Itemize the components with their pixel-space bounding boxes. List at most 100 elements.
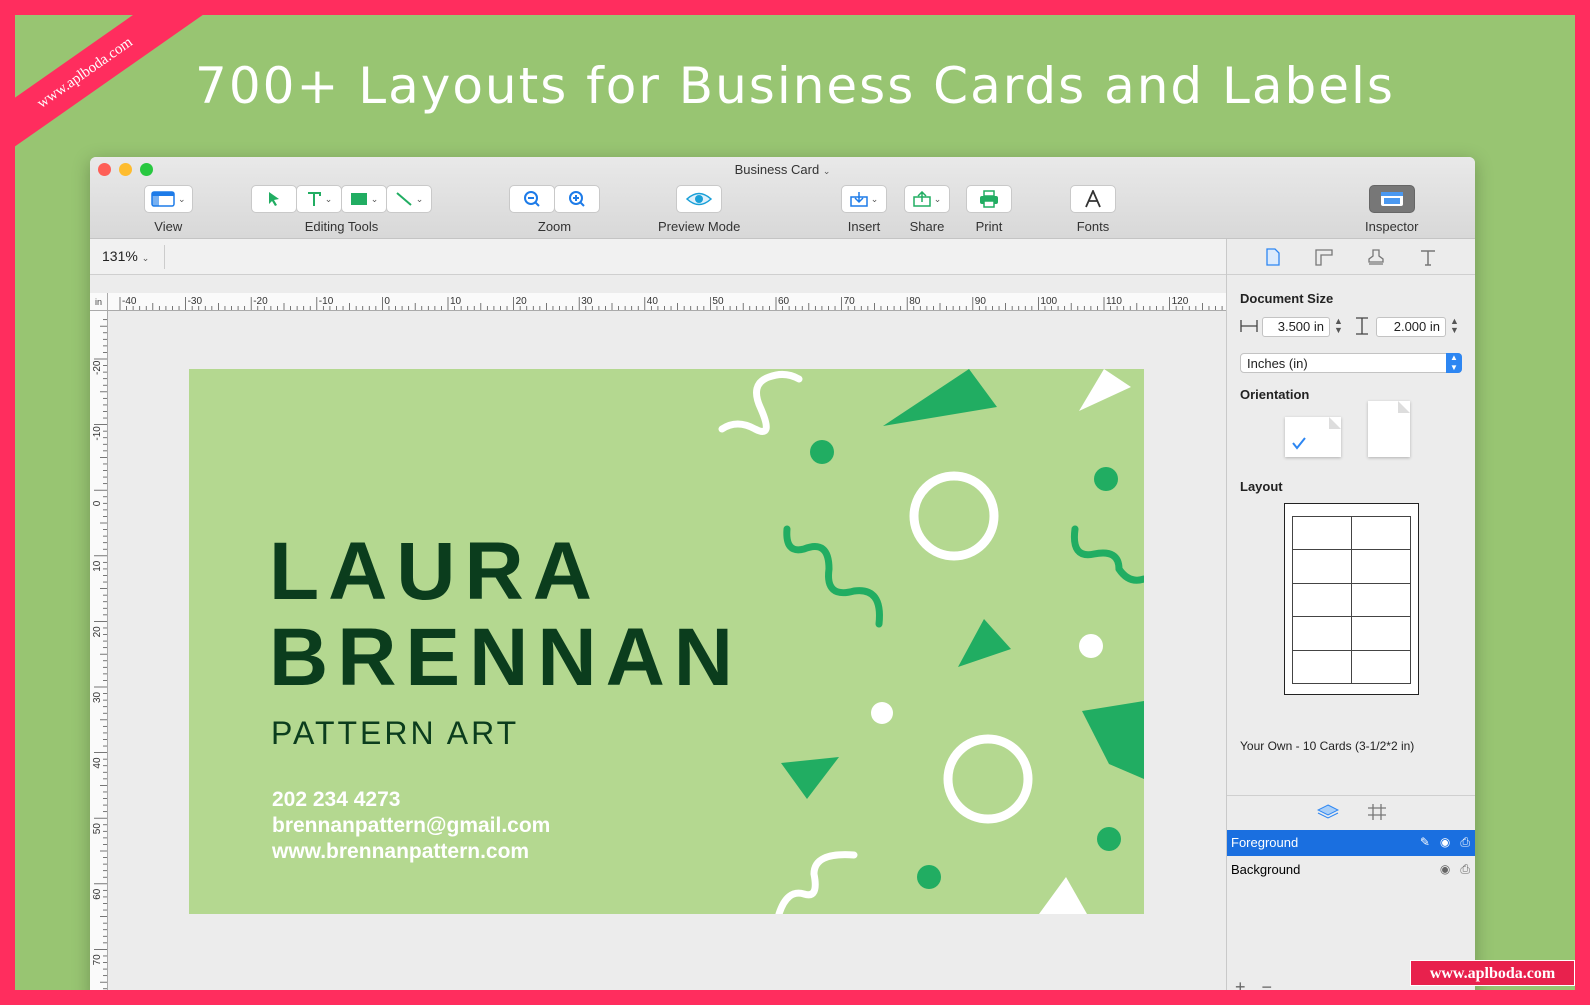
- rectangle-icon: [350, 193, 367, 205]
- card-contact[interactable]: 202 234 4273 brennanpattern@gmail.com ww…: [272, 787, 550, 865]
- grid-icon[interactable]: [1367, 803, 1387, 821]
- card-email: brennanpattern@gmail.com: [272, 814, 551, 837]
- fonts-button[interactable]: [1070, 185, 1116, 213]
- text-tool-button[interactable]: ⌄: [296, 185, 342, 213]
- print-button[interactable]: [966, 185, 1012, 213]
- insert-group: ⌄ Insert: [841, 185, 887, 234]
- width-field[interactable]: 3.500 in: [1262, 317, 1330, 337]
- height-icon: [1356, 317, 1368, 335]
- card-phone: 202 234 4273: [272, 788, 401, 811]
- select-tool-button[interactable]: [251, 185, 297, 213]
- ruler-label: 40: [92, 757, 103, 769]
- preview-mode-label: Preview Mode: [658, 219, 741, 234]
- inspector-label: Inspector: [1365, 219, 1419, 234]
- layer-name: Background: [1231, 862, 1301, 877]
- printer-icon[interactable]: ⎙: [1460, 835, 1470, 850]
- card-name[interactable]: LAURA BRENNAN: [269, 529, 742, 701]
- ruler-label: 30: [581, 296, 593, 307]
- page-icon: [1398, 401, 1410, 413]
- pencil-icon[interactable]: ✎: [1420, 835, 1430, 850]
- portrait-orientation-option[interactable]: [1368, 401, 1410, 457]
- ruler-label: 10: [92, 560, 103, 572]
- remove-layer-button[interactable]: −: [1262, 977, 1273, 990]
- ruler-label: 80: [909, 296, 921, 307]
- title-bar: Business Card ⌄ ⌄ View ⌄ ⌄ ⌄ Editing Too…: [90, 157, 1475, 239]
- chevron-down-icon: ⌄: [178, 193, 186, 204]
- editing-tools-label: Editing Tools: [304, 219, 379, 234]
- ruler-label: 120: [1172, 296, 1189, 307]
- preview-mode-group: Preview Mode: [658, 185, 740, 234]
- ruler-label: 40: [647, 296, 659, 307]
- ruler-label: 50: [92, 823, 103, 835]
- business-card[interactable]: LAURA BRENNAN PATTERN ART 202 234 4273 b…: [189, 369, 1144, 914]
- vertical-ruler: -20 -10 0 10 20 30 40 50 60 70: [90, 311, 108, 990]
- zoom-in-button[interactable]: [554, 185, 600, 213]
- chevron-down-icon: ⌄: [933, 193, 942, 204]
- text-tool-icon: [307, 192, 321, 206]
- layers-icon[interactable]: [1316, 803, 1339, 821]
- zoom-group: Zoom: [509, 185, 600, 234]
- zoom-level-select[interactable]: 131% ⌄: [102, 248, 149, 264]
- view-sidebar-icon: [151, 191, 175, 207]
- ruler-label: -20: [253, 296, 268, 307]
- promo-headline: 700+ Layouts for Business Cards and Labe…: [195, 57, 1395, 115]
- share-group: ⌄ Share: [904, 185, 950, 234]
- layout-preview[interactable]: [1284, 503, 1419, 695]
- card-tagline[interactable]: PATTERN ART: [271, 715, 519, 752]
- window-title[interactable]: Business Card ⌄: [90, 162, 1475, 177]
- inspector-button[interactable]: [1368, 185, 1415, 213]
- view-label: View: [154, 219, 183, 234]
- inspector-tabs: [1227, 239, 1475, 275]
- share-button[interactable]: ⌄: [904, 185, 950, 213]
- width-stepper[interactable]: ▲ ▼: [1334, 317, 1343, 335]
- ruler-label: 90: [975, 296, 987, 307]
- ruler-label: 70: [844, 296, 856, 307]
- layer-foreground[interactable]: Foreground ✎ ◉ ⎙: [1227, 830, 1475, 856]
- preview-mode-button[interactable]: [676, 185, 723, 213]
- height-stepper[interactable]: ▲ ▼: [1450, 317, 1459, 335]
- eye-icon[interactable]: ◉: [1440, 862, 1450, 877]
- horizontal-ruler: -40 -30 -20 -10 0 10 20 30 40 50 60 70 80 90 100 110 120: [108, 293, 1226, 311]
- layer-background[interactable]: Background ◉ ⎙: [1227, 857, 1475, 883]
- insert-button[interactable]: ⌄: [841, 185, 887, 213]
- stamp-tab-icon[interactable]: [1366, 248, 1386, 266]
- add-layer-button[interactable]: +: [1235, 977, 1246, 990]
- units-select[interactable]: Inches (in) ▲ ▼: [1240, 353, 1462, 373]
- print-label: Print: [975, 219, 1003, 234]
- line-tool-button[interactable]: ⌄: [386, 185, 432, 213]
- font-icon: [1085, 190, 1101, 208]
- shape-tool-button[interactable]: ⌄: [341, 185, 387, 213]
- document-tab-icon[interactable]: [1265, 247, 1281, 266]
- zoom-out-button[interactable]: [509, 185, 555, 213]
- chevron-down-icon: ⌄: [141, 253, 150, 263]
- eye-icon: [686, 192, 713, 206]
- checkmark-icon: [1292, 417, 1341, 450]
- eye-icon[interactable]: ◉: [1440, 835, 1450, 850]
- view-button[interactable]: ⌄: [144, 185, 193, 213]
- share-icon: [912, 191, 931, 207]
- view-group: ⌄ View: [144, 185, 193, 234]
- ruler-unit: in: [90, 293, 108, 311]
- ruler-label: 0: [384, 296, 390, 307]
- ruler-label: 70: [92, 954, 103, 966]
- ruler-label: 100: [1040, 296, 1057, 307]
- ruler-label: 20: [516, 296, 528, 307]
- layer-name: Foreground: [1231, 835, 1299, 850]
- chevron-down-icon: ⌄: [370, 193, 379, 204]
- printer-icon[interactable]: ⎙: [1460, 862, 1470, 877]
- chevron-down-icon: ⌄: [415, 193, 424, 204]
- ruler-label: -10: [319, 296, 334, 307]
- layers-tabs: [1227, 795, 1475, 827]
- watermark: www.aplboda.com: [1410, 960, 1575, 986]
- layer-actions: + −: [1235, 977, 1272, 990]
- landscape-orientation-option[interactable]: [1285, 417, 1341, 457]
- ruler-tab-icon[interactable]: [1314, 248, 1334, 266]
- ruler-label: -30: [188, 296, 203, 307]
- document-canvas[interactable]: in -40 -30 -20 -10 0 10 20 30 40 50 60 70 80 90 100 110…: [90, 275, 1226, 990]
- height-field[interactable]: 2.000 in: [1376, 317, 1446, 337]
- ruler-label: -10: [92, 426, 103, 441]
- editing-tools-group: ⌄ ⌄ ⌄ Editing Tools: [251, 185, 432, 234]
- text-tab-icon[interactable]: [1419, 248, 1437, 266]
- vertical-ruler-ticks: -20 -10 0 10 20 30 40 50 60 70: [92, 319, 107, 990]
- layout-caption: Your Own - 10 Cards (3-1/2*2 in): [1240, 739, 1415, 753]
